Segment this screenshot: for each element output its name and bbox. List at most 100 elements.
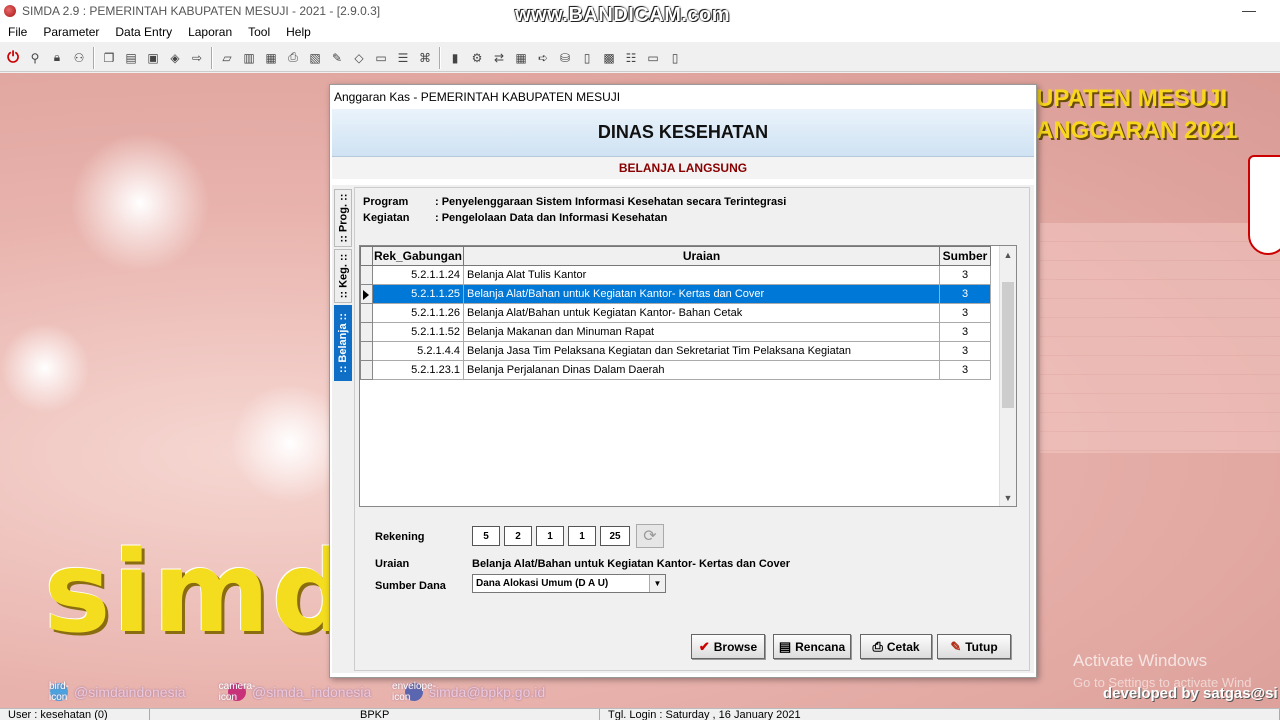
cell-sumber[interactable]: 3 bbox=[939, 341, 991, 361]
cell-uraian[interactable]: Belanja Perjalanan Dinas Dalam Daerah bbox=[463, 360, 940, 380]
cell-uraian[interactable]: Belanja Alat/Bahan untuk Kegiatan Kantor… bbox=[463, 284, 940, 304]
anggaran-kas-dialog: Anggaran Kas - PEMERINTAH KABUPATEN MESU… bbox=[329, 84, 1037, 678]
cell-uraian[interactable]: Belanja Alat Tulis Kantor bbox=[463, 265, 940, 285]
cell-uraian[interactable]: Belanja Makanan dan Minuman Rapat bbox=[463, 322, 940, 342]
grid-icon[interactable]: ▦ bbox=[511, 48, 531, 68]
cell-sumber[interactable]: 3 bbox=[939, 284, 991, 304]
row-indicator[interactable] bbox=[360, 303, 373, 323]
book-icon[interactable]: ▯ bbox=[577, 48, 597, 68]
menu-help[interactable]: Help bbox=[286, 25, 311, 39]
print-icon[interactable]: ⎙ bbox=[283, 48, 303, 68]
dialog-body: :: Prog. :: :: Keg. :: :: Belanja :: Pro… bbox=[332, 185, 1034, 673]
scroll-down-icon[interactable]: ▼ bbox=[1000, 489, 1016, 506]
row-indicator[interactable] bbox=[360, 360, 373, 380]
menu-file[interactable]: File bbox=[8, 25, 27, 39]
search-icon[interactable]: ⚲ bbox=[25, 48, 45, 68]
email-icon: envelope-icon bbox=[392, 681, 436, 703]
sumber-dana-select[interactable]: Dana Alokasi Umum (D A U) ▼ bbox=[472, 574, 666, 593]
filter-icon[interactable]: ☷ bbox=[621, 48, 641, 68]
chart-icon[interactable]: ▮ bbox=[445, 48, 465, 68]
regency-crest bbox=[1248, 155, 1280, 255]
document-icon[interactable]: ▤ bbox=[121, 48, 141, 68]
lock-icon[interactable]: 🔒︎ bbox=[47, 48, 67, 68]
cell-rek[interactable]: 5.2.1.4.4 bbox=[372, 341, 464, 361]
cell-sumber[interactable]: 3 bbox=[939, 360, 991, 380]
arrow-icon[interactable]: ⇨ bbox=[187, 48, 207, 68]
tab-kegiatan[interactable]: :: Keg. :: bbox=[334, 249, 352, 303]
menu-data-entry[interactable]: Data Entry bbox=[115, 25, 172, 39]
cell-rek[interactable]: 5.2.1.1.26 bbox=[372, 303, 464, 323]
table-row[interactable]: 5.2.1.23.1 Belanja Perjalanan Dinas Dalam… bbox=[360, 360, 991, 380]
tab-belanja[interactable]: :: Belanja :: bbox=[334, 305, 352, 381]
table-row[interactable]: 5.2.1.4.4 Belanja Jasa Tim Pelaksana Kegi… bbox=[360, 341, 991, 361]
copy-icon[interactable]: ❐ bbox=[99, 48, 119, 68]
menu-parameter[interactable]: Parameter bbox=[43, 25, 99, 39]
table-icon[interactable]: ▩ bbox=[599, 48, 619, 68]
cell-uraian[interactable]: Belanja Jasa Tim Pelaksana Kegiatan dan … bbox=[463, 341, 940, 361]
cell-rek[interactable]: 5.2.1.1.25 bbox=[372, 284, 464, 304]
rencana-button[interactable]: ▤ Rencana bbox=[773, 634, 851, 659]
monitor-icon[interactable]: ▭ bbox=[643, 48, 663, 68]
forward-icon[interactable]: ➪ bbox=[533, 48, 553, 68]
app-title: SIMDA 2.9 : PEMERINTAH KABUPATEN MESUJI … bbox=[22, 4, 381, 18]
minimize-button[interactable]: — bbox=[1242, 2, 1256, 18]
refresh-icon[interactable]: ⟳ bbox=[636, 524, 664, 548]
column-header-uraian[interactable]: Uraian bbox=[463, 246, 940, 266]
cell-sumber[interactable]: 3 bbox=[939, 265, 991, 285]
uraian-label: Uraian bbox=[375, 558, 410, 570]
cetak-button[interactable]: ⎙ Cetak bbox=[860, 634, 932, 659]
calculator-icon[interactable]: ▭ bbox=[371, 48, 391, 68]
row-indicator[interactable] bbox=[360, 265, 373, 285]
clipboard-icon[interactable]: ▧ bbox=[305, 48, 325, 68]
cell-rek[interactable]: 5.2.1.23.1 bbox=[372, 360, 464, 380]
folder-icon[interactable]: ▱ bbox=[217, 48, 237, 68]
chevron-down-icon[interactable]: ▼ bbox=[649, 575, 665, 592]
scroll-thumb[interactable] bbox=[1002, 282, 1014, 408]
row-indicator[interactable] bbox=[360, 341, 373, 361]
pages-icon[interactable]: ▥ bbox=[239, 48, 259, 68]
tutup-button[interactable]: ✎ Tutup bbox=[937, 634, 1011, 659]
table-row[interactable]: 5.2.1.1.26 Belanja Alat/Bahan untuk Kegia… bbox=[360, 303, 991, 323]
tab-program[interactable]: :: Prog. :: bbox=[334, 189, 352, 247]
scroll-up-icon[interactable]: ▲ bbox=[1000, 246, 1016, 263]
page-icon[interactable]: ▯ bbox=[665, 48, 685, 68]
network-icon[interactable]: ⌘ bbox=[415, 48, 435, 68]
database-icon[interactable]: ⛁ bbox=[555, 48, 575, 68]
cell-rek[interactable]: 5.2.1.1.52 bbox=[372, 322, 464, 342]
row-indicator[interactable] bbox=[360, 322, 373, 342]
box-icon[interactable]: ▣ bbox=[143, 48, 163, 68]
cell-sumber[interactable]: 3 bbox=[939, 322, 991, 342]
user-icon[interactable]: ⚇ bbox=[69, 48, 89, 68]
rekening-part-2[interactable]: 2 bbox=[504, 526, 532, 546]
program-value: : Penyelenggaraan Sistem Informasi Keseh… bbox=[435, 196, 787, 208]
transfer-icon[interactable]: ⇄ bbox=[489, 48, 509, 68]
eraser-icon[interactable]: ◇ bbox=[349, 48, 369, 68]
column-header-rek[interactable]: Rek_Gabungan bbox=[372, 246, 464, 266]
menu-laporan[interactable]: Laporan bbox=[188, 25, 232, 39]
row-indicator[interactable] bbox=[360, 284, 373, 304]
rekening-part-4[interactable]: 1 bbox=[568, 526, 596, 546]
exit-icon[interactable]: ⏻ bbox=[3, 48, 23, 68]
table-row[interactable]: 5.2.1.1.25 Belanja Alat/Bahan untuk Kegia… bbox=[360, 284, 991, 304]
rekening-part-3[interactable]: 1 bbox=[536, 526, 564, 546]
cell-sumber[interactable]: 3 bbox=[939, 303, 991, 323]
grid-scrollbar[interactable]: ▲ ▼ bbox=[999, 246, 1016, 506]
edit-icon[interactable]: ✎ bbox=[327, 48, 347, 68]
cell-uraian[interactable]: Belanja Alat/Bahan untuk Kegiatan Kantor… bbox=[463, 303, 940, 323]
column-header-sumber[interactable]: Sumber bbox=[939, 246, 991, 266]
rekening-part-5[interactable]: 25 bbox=[600, 526, 630, 546]
menu-tool[interactable]: Tool bbox=[248, 25, 270, 39]
list-icon[interactable]: ☰ bbox=[393, 48, 413, 68]
table-row[interactable]: 5.2.1.1.52 Belanja Makanan dan Minuman Ra… bbox=[360, 322, 991, 342]
settings-icon[interactable]: ⚙ bbox=[467, 48, 487, 68]
program-label: Program bbox=[363, 196, 409, 208]
tag-icon[interactable]: ◈ bbox=[165, 48, 185, 68]
table-row[interactable]: 5.2.1.1.24 Belanja Alat Tulis Kantor 3 bbox=[360, 265, 991, 285]
twitter-handle: bird-icon @simdaindonesia bbox=[49, 681, 186, 703]
email-text: simda@bpkp.go.id bbox=[429, 684, 546, 700]
cell-rek[interactable]: 5.2.1.1.24 bbox=[372, 265, 464, 285]
rekening-part-1[interactable]: 5 bbox=[472, 526, 500, 546]
belanja-table: Rek_Gabungan Uraian Sumber 5.2.1.1.24 Bel… bbox=[360, 246, 991, 380]
browse-button[interactable]: ✔ Browse bbox=[691, 634, 765, 659]
report-icon[interactable]: ▦ bbox=[261, 48, 281, 68]
